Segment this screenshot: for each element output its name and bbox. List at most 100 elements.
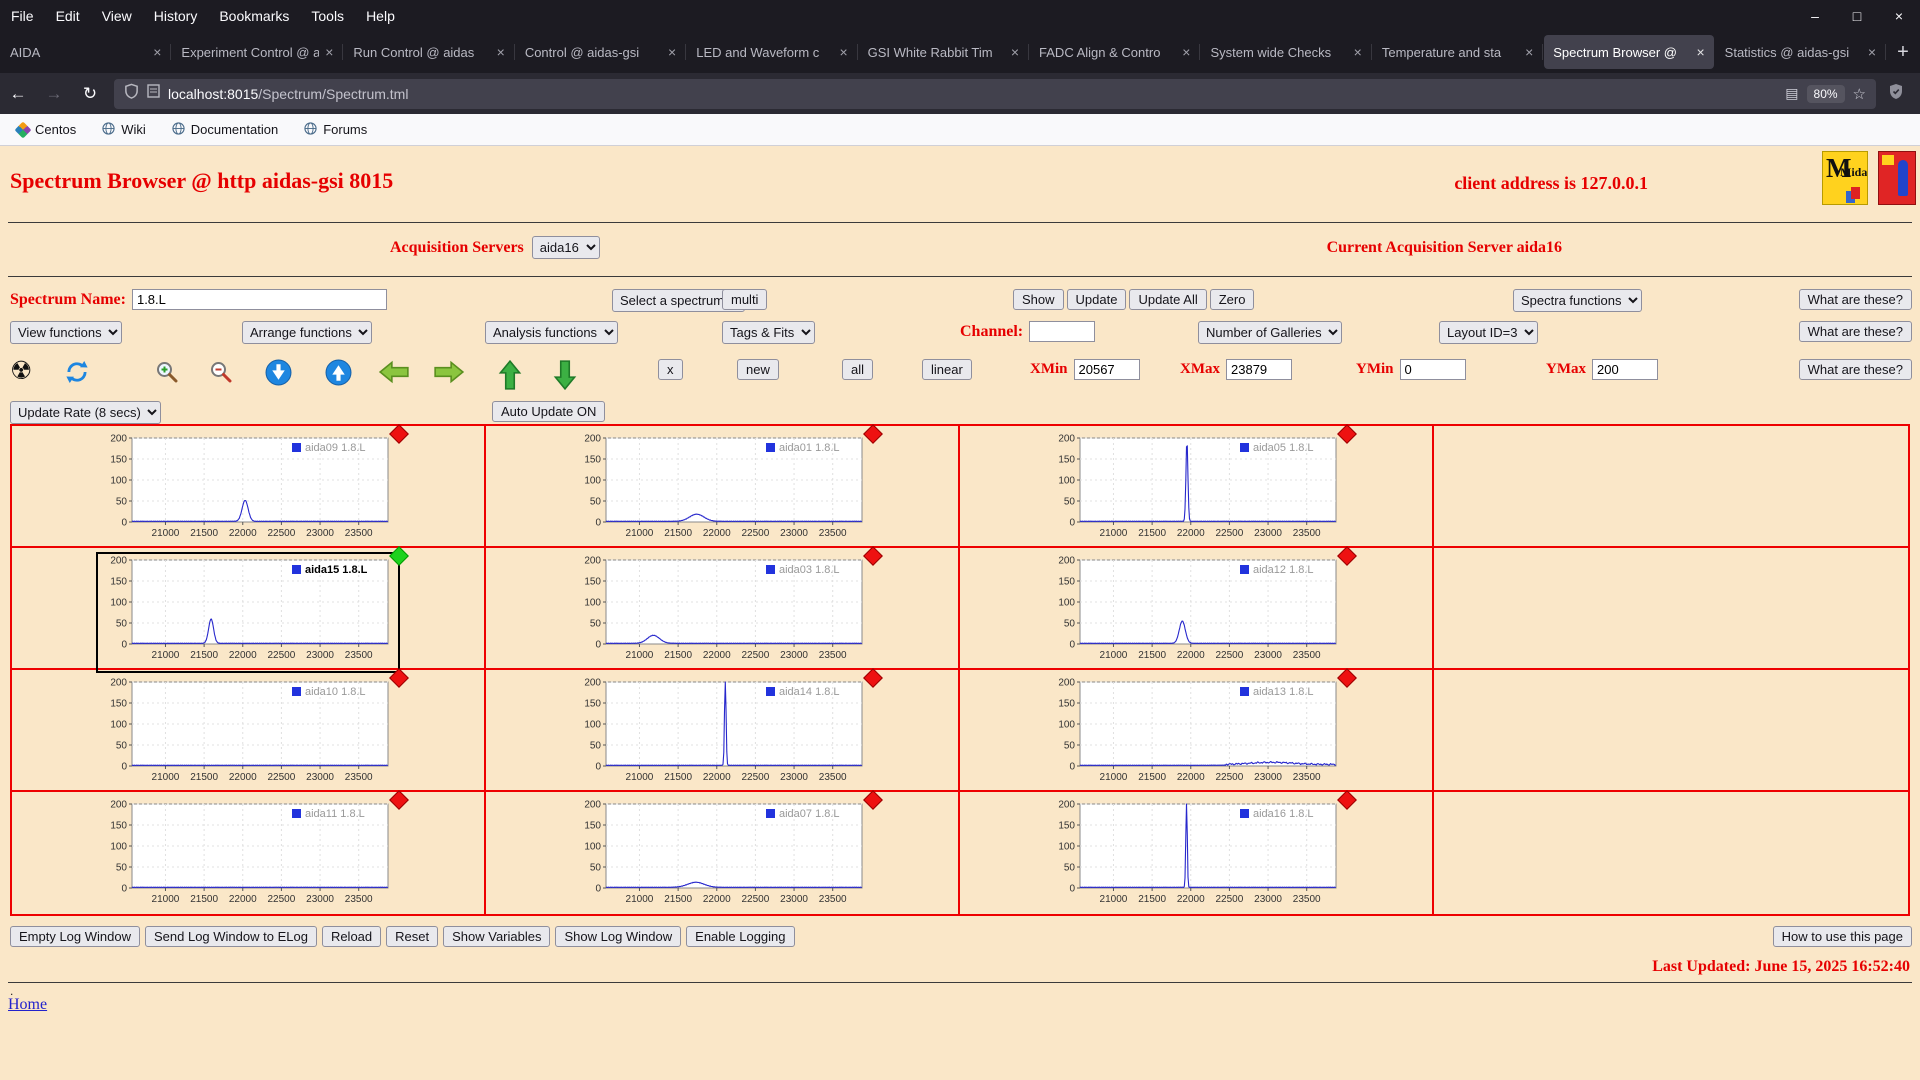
menu-view[interactable]: View	[91, 8, 143, 24]
browser-tab[interactable]: Control @ aidas-gsi ×	[516, 35, 687, 69]
tracking-shield-icon[interactable]	[124, 83, 139, 104]
send-log-window-to-elog-button[interactable]: Send Log Window to ELog	[145, 926, 317, 947]
spectrum-chart-aida03[interactable]: 0 50 100 150 200 21000 21500 22000 22500 23000 235…	[570, 546, 883, 673]
browser-tab[interactable]: Statistics @ aidas-gsi ×	[1716, 35, 1887, 69]
menu-history[interactable]: History	[143, 8, 209, 24]
spectrum-chart-aida12[interactable]: 0 50 100 150 200 21000 21500 22000 22500 23000 235…	[1044, 546, 1357, 673]
tab-close-icon[interactable]: ×	[1182, 44, 1190, 60]
bookmark-centos[interactable]: Centos	[4, 121, 89, 138]
close-button[interactable]: ×	[1878, 8, 1920, 24]
reload-button[interactable]: Reload	[321, 926, 382, 947]
show-variables-button[interactable]: Show Variables	[443, 926, 551, 947]
menu-tools[interactable]: Tools	[300, 8, 355, 24]
zero-button[interactable]: Zero	[1209, 289, 1255, 310]
enable-logging-button[interactable]: Enable Logging	[686, 926, 795, 947]
ymin-input[interactable]	[1399, 359, 1466, 380]
spectrum-chart-aida15[interactable]: 0 50 100 150 200 21000 21500 22000 22500 23000 235…	[96, 546, 409, 673]
what-are-these-button[interactable]: What are these?	[1798, 289, 1912, 310]
browser-tab[interactable]: LED and Waveform c ×	[687, 35, 859, 69]
tab-close-icon[interactable]: ×	[1868, 44, 1876, 60]
xmin-input[interactable]	[1073, 359, 1140, 380]
empty-log-window-button[interactable]: Empty Log Window	[10, 926, 140, 947]
update-button[interactable]: Update	[1066, 289, 1127, 310]
zoom-indicator[interactable]: 80%	[1806, 84, 1845, 103]
tab-close-icon[interactable]: ×	[1354, 44, 1362, 60]
what-are-these-button[interactable]: What are these?	[1798, 321, 1912, 342]
shift-up-icon[interactable]	[325, 359, 352, 386]
tab-close-icon[interactable]: ×	[839, 44, 847, 60]
multi-button[interactable]: multi	[722, 289, 768, 310]
pan-left-icon[interactable]	[378, 359, 410, 385]
spectrum-chart-aida01[interactable]: 0 50 100 150 200 21000 21500 22000 22500 23000 235…	[570, 424, 883, 551]
tab-close-icon[interactable]: ×	[1011, 44, 1019, 60]
browser-tab[interactable]: AIDA ×	[1, 35, 172, 69]
analysis-functions-dropdown[interactable]: Analysis functions	[485, 321, 618, 344]
bookmark-star-icon[interactable]: ☆	[1853, 85, 1866, 103]
zoom-out-icon[interactable]	[208, 359, 234, 385]
page-info-icon[interactable]	[147, 84, 160, 103]
show-button[interactable]: Show	[1013, 289, 1064, 310]
tags-fits-dropdown[interactable]: Tags & Fits	[722, 321, 815, 344]
tab-close-icon[interactable]: ×	[1696, 44, 1704, 60]
menu-edit[interactable]: Edit	[45, 8, 91, 24]
tab-close-icon[interactable]: ×	[1525, 44, 1533, 60]
bookmark-documentation[interactable]: Documentation	[159, 121, 291, 138]
browser-tab[interactable]: FADC Align & Contro ×	[1030, 35, 1201, 69]
auto-update-button[interactable]: Auto Update ON	[492, 401, 606, 422]
what-are-these-button[interactable]: What are these?	[1798, 359, 1912, 380]
minimize-button[interactable]: –	[1794, 8, 1836, 24]
spectrum-chart-aida11[interactable]: 0 50 100 150 200 21000 21500 22000 22500 23000 235…	[96, 790, 409, 917]
spectrum-chart-aida13[interactable]: 0 50 100 150 200 21000 21500 22000 22500 23000 235…	[1044, 668, 1357, 795]
how-to-use-button[interactable]: How to use this page	[1772, 926, 1912, 947]
url-text[interactable]: localhost:8015/Spectrum/Spectrum.tml	[168, 86, 408, 102]
tab-close-icon[interactable]: ×	[153, 44, 161, 60]
update-all-button[interactable]: Update All	[1129, 289, 1207, 310]
spectrum-chart-aida07[interactable]: 0 50 100 150 200 21000 21500 22000 22500 23000 235…	[570, 790, 883, 917]
tab-close-icon[interactable]: ×	[497, 44, 505, 60]
shift-down-icon[interactable]	[265, 359, 292, 386]
reset-button[interactable]: Reset	[386, 926, 439, 947]
home-link[interactable]: Home	[8, 996, 47, 1014]
extension-icon[interactable]	[1888, 83, 1904, 105]
spectrum-chart-aida09[interactable]: 0 50 100 150 200 21000 21500 22000 22500 23000 235…	[96, 424, 409, 551]
x-button[interactable]: x	[658, 359, 683, 380]
channel-input[interactable]	[1029, 321, 1096, 342]
back-button[interactable]: ←	[0, 84, 36, 104]
browser-tab[interactable]: Temperature and sta ×	[1373, 35, 1544, 69]
bookmark-forums[interactable]: Forums	[291, 121, 380, 138]
reload-button[interactable]: ↻	[72, 84, 108, 104]
spectrum-chart-aida16[interactable]: 0 50 100 150 200 21000 21500 22000 22500 23000 235…	[1044, 790, 1357, 917]
arrange-functions-dropdown[interactable]: Arrange functions	[242, 321, 372, 344]
menu-help[interactable]: Help	[355, 8, 406, 24]
menu-file[interactable]: File	[0, 8, 45, 24]
show-log-window-button[interactable]: Show Log Window	[555, 926, 682, 947]
linear-button[interactable]: linear	[922, 359, 972, 380]
url-bar[interactable]: localhost:8015/Spectrum/Spectrum.tml ▤ 8…	[114, 78, 1876, 109]
ymax-input[interactable]	[1592, 359, 1658, 380]
browser-tab[interactable]: System wide Checks ×	[1201, 35, 1373, 69]
update-rate-dropdown[interactable]: Update Rate (8 secs)	[10, 401, 161, 424]
view-functions-dropdown[interactable]: View functions	[10, 321, 122, 344]
pan-down-icon[interactable]	[552, 359, 578, 391]
browser-tab[interactable]: Spectrum Browser @ ×	[1544, 35, 1714, 69]
tab-close-icon[interactable]: ×	[668, 44, 676, 60]
all-button[interactable]: all	[842, 359, 874, 380]
radiation-icon[interactable]: ☢	[10, 359, 32, 384]
tab-close-icon[interactable]: ×	[325, 44, 333, 60]
spectrum-chart-aida05[interactable]: 0 50 100 150 200 21000 21500 22000 22500 23000 235…	[1044, 424, 1357, 551]
new-button[interactable]: new	[737, 359, 779, 380]
new-tab-button[interactable]: +	[1886, 35, 1920, 69]
browser-tab[interactable]: GSI White Rabbit Tim ×	[859, 35, 1030, 69]
spectrum-name-input[interactable]	[131, 289, 387, 310]
bookmark-wiki[interactable]: Wiki	[89, 121, 159, 138]
reader-mode-icon[interactable]: ▤	[1785, 85, 1798, 102]
recycle-icon[interactable]	[64, 359, 90, 385]
spectra-functions-dropdown[interactable]: Spectra functions	[1513, 289, 1642, 312]
acquisition-server-select[interactable]: aida16	[531, 236, 600, 259]
forward-button[interactable]: →	[36, 84, 72, 104]
browser-tab[interactable]: Experiment Control @ a ×	[172, 35, 344, 69]
layout-id-dropdown[interactable]: Layout ID=3	[1439, 321, 1538, 344]
zoom-in-icon[interactable]	[154, 359, 180, 385]
pan-right-icon[interactable]	[433, 359, 465, 385]
number-of-galleries-dropdown[interactable]: Number of Galleries	[1198, 321, 1342, 344]
